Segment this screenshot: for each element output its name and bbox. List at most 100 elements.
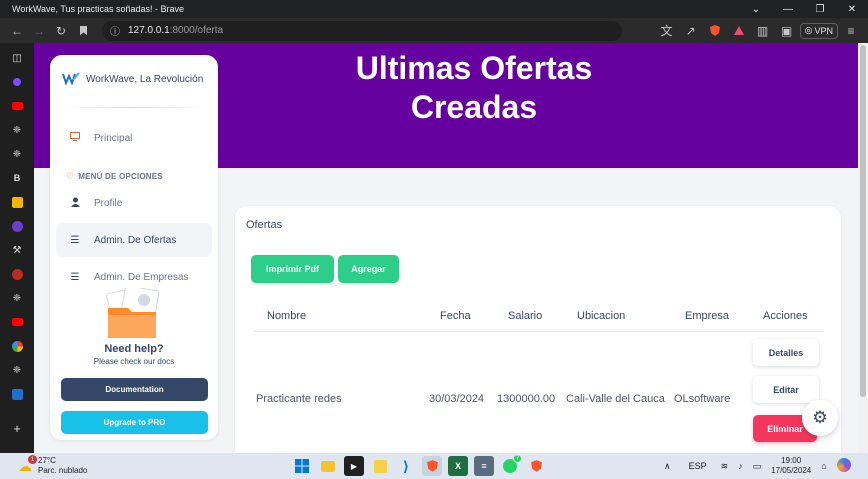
edit-button[interactable]: Editar — [753, 376, 819, 403]
language-indicator[interactable]: ESP — [689, 461, 707, 471]
taskbar-apps: ▶ ⟩ X ≡ 7 — [292, 454, 546, 476]
column-header-empresa[interactable]: Empresa — [685, 310, 729, 322]
site-info-icon[interactable]: ⓘ — [110, 23, 120, 38]
wifi-icon[interactable]: ≋ — [721, 461, 729, 472]
tool-icon[interactable]: ⚒ — [10, 241, 24, 259]
details-button[interactable]: Detalles — [753, 339, 819, 366]
chatgpt-icon[interactable]: ❈ — [10, 361, 24, 379]
calculator-icon[interactable]: ≡ — [474, 456, 494, 476]
sidebar-item-profile[interactable]: Profile — [56, 186, 212, 220]
quora-icon[interactable] — [10, 265, 24, 283]
windows-taskbar: ☁ 1 27°C Parc. nublado ▶ ⟩ X ≡ 7 ∧ ESP ≋… — [0, 453, 868, 479]
clock[interactable]: 19:00 17/05/2024 — [771, 456, 811, 476]
help-title: Need help? — [104, 343, 164, 355]
system-tray: ∧ ESP ≋ ♪ ▭ 19:00 17/05/2024 ⌂ — [664, 453, 851, 479]
chatgpt-icon[interactable]: ❈ — [10, 121, 24, 139]
list-icon: ☰ — [70, 234, 80, 246]
brave-icon[interactable] — [526, 456, 546, 476]
browser-sidebar: ◫ ❈ ❈ B ⚒ ❈ ❈ + — [0, 43, 34, 453]
vpn-label: VPN — [814, 25, 833, 36]
column-header-acciones: Acciones — [763, 310, 808, 322]
sidebar-item-principal[interactable]: Principal — [56, 121, 212, 155]
workwave-logo-icon — [62, 71, 80, 88]
chatgpt-icon[interactable]: ❈ — [10, 145, 24, 163]
column-header-ubicacion[interactable]: Ubicacion — [577, 310, 625, 322]
settings-fab[interactable]: ⚙ — [802, 400, 838, 436]
battery-icon[interactable]: ▭ — [753, 461, 762, 472]
sticky-notes-icon[interactable] — [370, 456, 390, 476]
menu-icon[interactable]: ≡ — [840, 20, 862, 42]
minimize-button[interactable]: — — [772, 0, 804, 18]
notifications-icon[interactable]: ⌂ — [821, 461, 826, 471]
windows-start-icon[interactable] — [292, 456, 312, 476]
close-button[interactable]: ✕ — [836, 0, 868, 18]
vscode-icon[interactable]: ⟩ — [396, 456, 416, 476]
date: 17/05/2024 — [771, 466, 812, 475]
cell-empresa: OLsoftware — [674, 393, 731, 405]
scrollbar-thumb[interactable] — [860, 45, 866, 397]
google-icon[interactable] — [10, 337, 24, 355]
monitor-icon — [70, 132, 80, 144]
reload-icon[interactable]: ↻ — [50, 20, 72, 42]
cell-ubicacion: Cali-Valle del Cauca — [566, 393, 665, 405]
heart-icon: ♡ — [66, 171, 75, 181]
bing-icon[interactable]: B — [10, 169, 24, 187]
column-header-fecha[interactable]: Fecha — [440, 310, 471, 322]
app-icon[interactable] — [10, 217, 24, 235]
brand-name: WorkWave, La Revolución — [86, 74, 204, 85]
vpn-button[interactable]: ◎ VPN — [799, 22, 838, 39]
sidebar-toggle-icon[interactable]: ▥ — [752, 20, 774, 42]
cell-nombre: Practicante redes — [256, 393, 342, 405]
print-pdf-button[interactable]: Imprimir Pdf — [251, 255, 334, 283]
ofertas-card: Ofertas Imprimir Pdf Agregar Nombre Fech… — [235, 206, 841, 453]
column-header-salario[interactable]: Salario — [508, 310, 542, 322]
sidebar-panel-icon[interactable]: ◫ — [10, 49, 24, 67]
wallet-icon[interactable]: ▣ — [776, 20, 798, 42]
bookmark-icon[interactable] — [72, 20, 94, 42]
weather-badge: 1 — [28, 455, 37, 464]
bookmark-favicon-icon[interactable] — [10, 73, 24, 91]
window-titlebar: WorkWave, Tus practicas soñadas! - Brave… — [0, 0, 868, 18]
url-host: 127.0.0.1 — [128, 25, 170, 36]
sidebar-item-label: Profile — [94, 197, 123, 209]
gear-icon: ⚙ — [812, 408, 828, 427]
brave-rewards-icon[interactable] — [728, 20, 750, 42]
browser-toolbar: ← → ↻ ⓘ 127.0.0.1:8000/oferta 文 ↗ ▥ ▣ ◎ V… — [0, 18, 868, 43]
app-sidebar: WorkWave, La Revolución Principal ♡ MENÚ… — [50, 55, 218, 440]
tray-chevron-icon[interactable]: ∧ — [664, 461, 671, 472]
sidebar-item-label: Admin. De Empresas — [94, 271, 189, 283]
sidebar-item-label: Principal — [94, 132, 133, 144]
maximize-button[interactable]: ❐ — [804, 0, 836, 18]
chatgpt-icon[interactable]: ❈ — [10, 289, 24, 307]
excel-icon[interactable]: X — [448, 456, 468, 476]
workwave-icon[interactable] — [10, 385, 24, 403]
documentation-button[interactable]: Documentation — [61, 378, 208, 401]
file-explorer-icon[interactable] — [318, 456, 338, 476]
weather-widget[interactable]: ☁ 1 27°C Parc. nublado — [18, 455, 87, 476]
forward-icon[interactable]: → — [28, 20, 50, 42]
brave-shields-icon[interactable] — [704, 20, 726, 42]
translate-icon[interactable]: 文 — [656, 20, 678, 42]
brave-icon[interactable] — [422, 456, 442, 476]
tab-search-icon[interactable]: ⌄ — [740, 0, 772, 18]
media-icon[interactable]: ▶ — [344, 456, 364, 476]
back-icon[interactable]: ← — [6, 20, 28, 42]
youtube-icon[interactable] — [10, 97, 24, 115]
whatsapp-icon[interactable]: 7 — [500, 454, 522, 476]
column-header-nombre[interactable]: Nombre — [267, 310, 306, 322]
youtube-icon[interactable] — [10, 313, 24, 331]
address-bar[interactable]: ⓘ 127.0.0.1:8000/oferta — [102, 20, 622, 41]
brand[interactable]: WorkWave, La Revolución — [62, 71, 203, 88]
add-panel-icon[interactable]: + — [10, 419, 24, 437]
user-icon — [70, 197, 80, 210]
copilot-icon[interactable] — [836, 458, 851, 474]
volume-icon[interactable]: ♪ — [738, 461, 743, 471]
page-scrollbar[interactable] — [858, 43, 868, 453]
sidebar-item-admin-ofertas[interactable]: ☰ Admin. De Ofertas — [56, 223, 212, 257]
upgrade-pro-button[interactable]: Upgrade to PRO — [61, 411, 208, 434]
add-button[interactable]: Agregar — [338, 255, 399, 283]
share-icon[interactable]: ↗ — [680, 20, 702, 42]
menu-heading: ♡ MENÚ DE OPCIONES — [66, 171, 163, 182]
menu-heading-label: MENÚ DE OPCIONES — [78, 172, 163, 181]
notes-icon[interactable] — [10, 193, 24, 211]
